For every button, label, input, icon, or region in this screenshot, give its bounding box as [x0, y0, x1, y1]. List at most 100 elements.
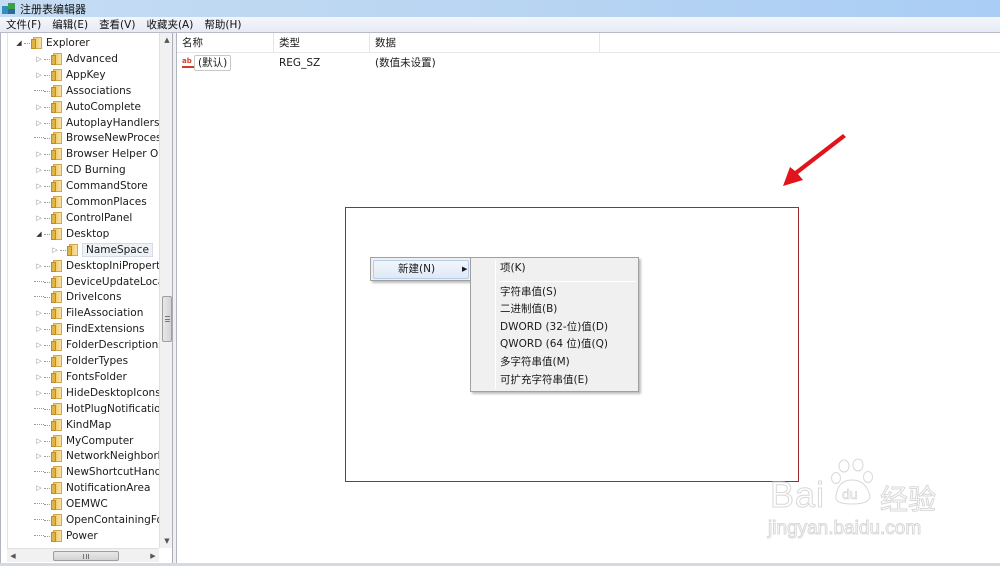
tree-item[interactable]: ▷ FontsFolder: [34, 369, 127, 385]
collapse-arrow-icon[interactable]: ◢: [14, 39, 24, 47]
tree-item[interactable]: DeviceUpdateLocatic: [34, 274, 159, 290]
menu-file[interactable]: 文件(F): [0, 17, 46, 32]
tree-item-label: Associations: [66, 85, 132, 97]
tree-item[interactable]: KindMap: [34, 417, 111, 433]
baidu-watermark: Bai du 经验 jingyan.baidu.com: [762, 458, 962, 543]
expand-arrow-icon[interactable]: ▷: [34, 103, 44, 111]
menu-help[interactable]: 帮助(H): [198, 17, 246, 32]
tree-line: [34, 417, 44, 425]
tree-item-label: NetworkNeighborho: [66, 450, 159, 462]
expand-arrow-icon[interactable]: ▷: [34, 325, 44, 333]
tree-item-label: Advanced: [66, 53, 118, 65]
submenu-item-string-value[interactable]: 字符串值(S): [473, 284, 636, 301]
scroll-right-arrow-icon[interactable]: ▶: [147, 549, 159, 563]
submenu-item-qword-value[interactable]: QWORD (64 位)值(Q): [473, 336, 636, 353]
expand-arrow-icon[interactable]: ▷: [34, 357, 44, 365]
expand-arrow-icon[interactable]: ▷: [34, 198, 44, 206]
tree-item[interactable]: HotPlugNotification: [34, 401, 159, 417]
expand-arrow-icon[interactable]: ▷: [34, 214, 44, 222]
folder-icon: [51, 355, 63, 367]
expand-arrow-icon[interactable]: ▷: [34, 150, 44, 158]
expand-arrow-icon[interactable]: ▷: [34, 55, 44, 63]
tree-item[interactable]: ▷ DesktopIniPropertyM: [34, 258, 159, 274]
submenu-item-binary-value[interactable]: 二进制值(B): [473, 301, 636, 318]
tree-item[interactable]: ▷ AutoComplete: [34, 99, 141, 115]
tree-item[interactable]: BrowseNewProcess: [34, 130, 159, 146]
submenu-item-expandable-string-value[interactable]: 可扩充字符串值(E): [473, 372, 636, 389]
tree-item[interactable]: ▷ FileAssociation: [34, 305, 143, 321]
tree-item[interactable]: ▷ ControlPanel: [34, 210, 132, 226]
menu-favorites[interactable]: 收藏夹(A): [140, 17, 198, 32]
collapse-arrow-icon[interactable]: ◢: [34, 230, 44, 238]
tree-item[interactable]: ▷ AutoplayHandlers: [34, 115, 159, 131]
expand-arrow-icon[interactable]: ▷: [34, 437, 44, 445]
tree-item[interactable]: ▷ FolderDescriptions: [34, 337, 159, 353]
scroll-left-arrow-icon[interactable]: ◀: [7, 549, 19, 563]
tree-item[interactable]: ▷ AppKey: [34, 67, 106, 83]
expand-arrow-icon[interactable]: ▷: [34, 262, 44, 270]
expand-arrow-icon[interactable]: ▷: [34, 119, 44, 127]
tree-item[interactable]: OEMWC: [34, 496, 108, 512]
menu-bar: 文件(F) 编辑(E) 查看(V) 收藏夹(A) 帮助(H): [0, 17, 1000, 33]
tree-horizontal-scrollbar[interactable]: ◀ ▶: [7, 548, 159, 562]
table-row[interactable]: ab (默认) REG_SZ (数值未设置): [177, 54, 1000, 72]
folder-icon: [51, 69, 63, 81]
tree-item[interactable]: ▷ CD Burning: [34, 162, 126, 178]
tree-connector: [44, 360, 50, 362]
column-header-type[interactable]: 类型: [274, 33, 370, 53]
tree-line: [34, 130, 44, 138]
tree-item[interactable]: DriveIcons: [34, 289, 121, 305]
expand-arrow-icon[interactable]: ▷: [34, 309, 44, 317]
tree-item[interactable]: Power: [34, 528, 98, 544]
tree-item[interactable]: ▷ NetworkNeighborho: [34, 448, 159, 464]
menu-edit[interactable]: 编辑(E): [46, 17, 93, 32]
tree-item[interactable]: NewShortcutHandler: [34, 464, 159, 480]
tree-item[interactable]: ▷ FindExtensions: [34, 321, 145, 337]
expand-arrow-icon[interactable]: ▷: [34, 452, 44, 460]
tree-item[interactable]: ◢ Desktop: [34, 226, 109, 242]
tree-connector: [60, 249, 66, 251]
tree-vertical-scrollbar[interactable]: ▲ ▼: [159, 33, 172, 548]
expand-arrow-icon[interactable]: ▷: [34, 166, 44, 174]
scroll-down-arrow-icon[interactable]: ▼: [160, 534, 172, 548]
scroll-thumb-horizontal[interactable]: [53, 551, 119, 561]
submenu-item-dword-value[interactable]: DWORD (32-位)值(D): [473, 319, 636, 336]
tree-item-label: ControlPanel: [66, 212, 133, 224]
tree-item[interactable]: ▷ NotificationArea: [34, 480, 150, 496]
expand-arrow-icon[interactable]: ▷: [34, 373, 44, 381]
column-header-name[interactable]: 名称: [177, 33, 274, 53]
scroll-up-arrow-icon[interactable]: ▲: [160, 33, 172, 47]
tree-connector: [44, 106, 50, 108]
tree-item[interactable]: ▷ CommandStore: [34, 178, 148, 194]
submenu-item-multi-string-value[interactable]: 多字符串值(M): [473, 354, 636, 371]
expand-arrow-icon[interactable]: ▷: [34, 71, 44, 79]
tree-item[interactable]: ▷ NameSpace: [50, 242, 153, 258]
tree-connector: [44, 74, 50, 76]
tree-connector: [44, 233, 50, 235]
tree-item[interactable]: ▷ HideDesktopIcons: [34, 385, 159, 401]
tree-item[interactable]: ▷ Browser Helper Obje: [34, 146, 159, 162]
expand-arrow-icon[interactable]: ▷: [34, 484, 44, 492]
submenu-item-key[interactable]: 项(K): [473, 260, 636, 277]
context-menu-item-new[interactable]: 新建(N) ▶: [373, 260, 469, 279]
tree-item-label: AutoplayHandlers: [66, 117, 159, 129]
expand-arrow-icon[interactable]: ▷: [34, 182, 44, 190]
expand-arrow-icon[interactable]: ▷: [34, 341, 44, 349]
tree-item[interactable]: Associations: [34, 83, 131, 99]
folder-icon: [51, 419, 63, 431]
tree-item[interactable]: ▷ MyComputer: [34, 433, 133, 449]
tree-item[interactable]: ▷ FolderTypes: [34, 353, 128, 369]
tree-item[interactable]: ▷ Advanced: [34, 51, 118, 67]
tree-item-label: DesktopIniPropertyM: [66, 260, 159, 272]
menu-view[interactable]: 查看(V): [93, 17, 140, 32]
folder-icon: [51, 212, 63, 224]
column-header-data[interactable]: 数据: [370, 33, 600, 53]
expand-arrow-icon[interactable]: ▷: [34, 389, 44, 397]
tree-connector: [44, 471, 50, 473]
scroll-thumb-vertical[interactable]: [162, 296, 172, 342]
folder-icon: [51, 228, 63, 240]
expand-arrow-icon[interactable]: ▷: [50, 246, 60, 254]
tree-item[interactable]: OpenContainingFold: [34, 512, 159, 528]
tree-item[interactable]: ▷ CommonPlaces: [34, 194, 147, 210]
tree-item[interactable]: ◢ Explorer: [14, 35, 90, 51]
